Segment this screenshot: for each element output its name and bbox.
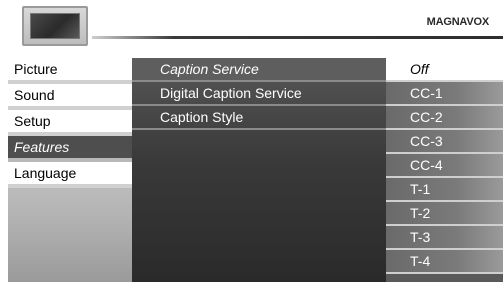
menu-item-features[interactable]: Features (8, 136, 132, 162)
option-cc-3[interactable]: CC-3 (386, 130, 503, 154)
option-cc-2[interactable]: CC-2 (386, 106, 503, 130)
option-t-2[interactable]: T-2 (386, 202, 503, 226)
header-divider (92, 36, 503, 39)
main-menu: Picture Sound Setup Features Language (8, 58, 132, 282)
menu-item-setup[interactable]: Setup (8, 110, 132, 136)
menu-item-sound[interactable]: Sound (8, 84, 132, 110)
menu-item-language[interactable]: Language (8, 162, 132, 188)
header: MAGNAVOX (0, 0, 503, 58)
submenu-item-digital-caption-service[interactable]: Digital Caption Service (132, 82, 386, 106)
option-off[interactable]: Off (386, 58, 503, 82)
caption-options: Off CC-1 CC-2 CC-3 CC-4 T-1 T-2 T-3 T-4 (386, 58, 503, 282)
menu-item-picture[interactable]: Picture (8, 58, 132, 84)
option-cc-1[interactable]: CC-1 (386, 82, 503, 106)
tv-icon (22, 6, 88, 46)
submenu-item-caption-style[interactable]: Caption Style (132, 106, 386, 130)
option-cc-4[interactable]: CC-4 (386, 154, 503, 178)
submenu-item-caption-service[interactable]: Caption Service (132, 58, 386, 82)
option-t-1[interactable]: T-1 (386, 178, 503, 202)
option-t-4[interactable]: T-4 (386, 250, 503, 274)
features-submenu: Caption Service Digital Caption Service … (132, 58, 386, 282)
tv-screen (30, 13, 80, 39)
brand-logo: MAGNAVOX (426, 16, 490, 28)
option-t-3[interactable]: T-3 (386, 226, 503, 250)
